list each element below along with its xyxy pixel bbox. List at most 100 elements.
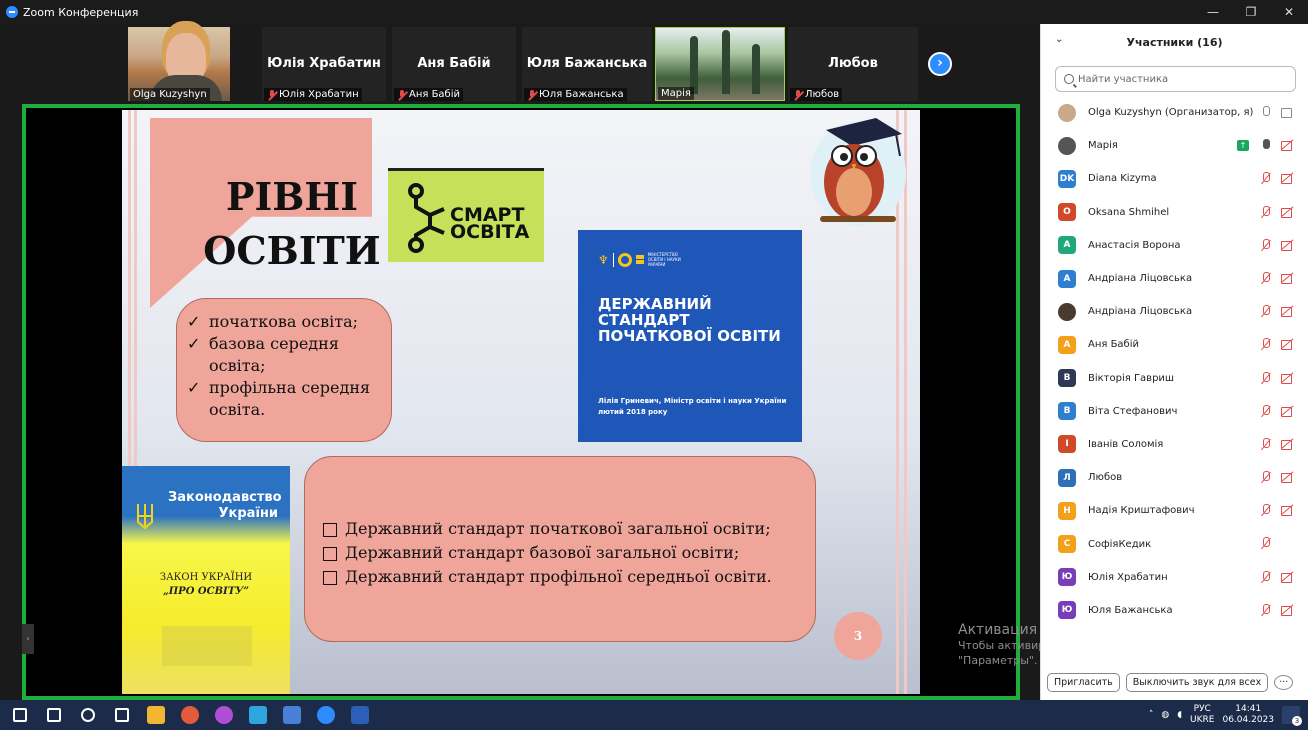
- start-taskbar-button[interactable]: [6, 701, 34, 729]
- zoom-taskbar-button[interactable]: [312, 701, 340, 729]
- chrome-profile-taskbar-button[interactable]: [176, 701, 204, 729]
- muted-mic-icon[interactable]: [1259, 305, 1271, 317]
- file-explorer-taskbar-button[interactable]: [142, 701, 170, 729]
- close-button[interactable]: ✕: [1270, 0, 1308, 24]
- participant-row[interactable]: А Аня Бабій: [1041, 328, 1308, 361]
- mic-icon[interactable]: [1259, 139, 1271, 151]
- participant-status-icons: [1259, 537, 1294, 549]
- shared-screen[interactable]: РІВНІ ОСВІТИ СМАРТ ОСВІТА ✓ початкова ос…: [22, 104, 1020, 700]
- participant-row[interactable]: С СофіяКедик: [1041, 527, 1308, 560]
- molecule-icon: [408, 183, 445, 253]
- video-icon[interactable]: [1281, 107, 1294, 118]
- participant-row[interactable]: Марія ↑: [1041, 129, 1308, 162]
- participant-row[interactable]: А Андріана Ліцовська: [1041, 262, 1308, 295]
- participant-row[interactable]: Л Любов: [1041, 461, 1308, 494]
- avatar: В: [1058, 402, 1076, 421]
- next-page-button[interactable]: ›: [928, 52, 952, 76]
- video-off-icon[interactable]: [1281, 605, 1294, 616]
- video-tile-yulia-bazhanska[interactable]: Юля Бажанська Юля Бажанська: [522, 27, 652, 101]
- more-options-button[interactable]: ···: [1274, 675, 1294, 690]
- video-off-icon[interactable]: [1281, 373, 1294, 384]
- save-taskbar-button[interactable]: [278, 701, 306, 729]
- video-off-icon[interactable]: [1281, 406, 1294, 417]
- collapse-chevron-icon[interactable]: ⌄: [1055, 34, 1063, 45]
- tile-name: Аня Бабій: [417, 56, 491, 71]
- muted-mic-icon[interactable]: [1259, 603, 1271, 616]
- maximize-button[interactable]: ❐: [1232, 0, 1270, 24]
- chrome-profile-icon: [181, 706, 199, 724]
- muted-mic-icon[interactable]: [1259, 238, 1271, 251]
- participant-status-icons: [1259, 238, 1294, 251]
- avatar: DK: [1058, 169, 1076, 188]
- participant-row[interactable]: В Вікторія Гавриш: [1041, 362, 1308, 395]
- tray-chevron-icon[interactable]: ˄: [1149, 710, 1154, 720]
- language-indicator[interactable]: РУС UKRE: [1190, 704, 1214, 726]
- video-off-icon[interactable]: [1281, 173, 1294, 185]
- chrome-profile-2-taskbar-button[interactable]: [210, 701, 238, 729]
- search-taskbar-button[interactable]: [40, 701, 68, 729]
- video-off-icon[interactable]: [1281, 207, 1294, 218]
- muted-mic-icon[interactable]: [1259, 570, 1271, 583]
- participant-row[interactable]: В Віта Стефанович: [1041, 395, 1308, 428]
- minimize-button[interactable]: —: [1194, 0, 1232, 24]
- muted-mic-icon[interactable]: [1259, 371, 1271, 384]
- participant-row[interactable]: O Oksana Shmihel: [1041, 196, 1308, 229]
- slide-title: РІВНІ ОСВІТИ: [202, 170, 382, 278]
- tree-shape: [722, 30, 730, 94]
- education-levels-box: початкова освіта; базова середня освіта;…: [176, 298, 392, 442]
- telegram-taskbar-button[interactable]: [244, 701, 272, 729]
- participant-name: Марія: [1088, 140, 1118, 152]
- muted-mic-icon[interactable]: [1259, 271, 1271, 284]
- video-off-icon[interactable]: [1281, 505, 1294, 517]
- tile-label: Аня Бабій: [394, 88, 464, 101]
- video-tile-maria[interactable]: Марія: [655, 27, 785, 101]
- muted-mic-icon[interactable]: [1259, 172, 1271, 184]
- video-off-icon[interactable]: [1281, 140, 1294, 152]
- avatar: А: [1058, 335, 1076, 354]
- avatar: І: [1058, 435, 1076, 454]
- participant-row[interactable]: А Анастасія Ворона: [1041, 229, 1308, 262]
- participant-row[interactable]: І Іванів Соломія: [1041, 428, 1308, 461]
- mute-all-button[interactable]: Выключить звук для всех: [1125, 673, 1269, 692]
- participant-row[interactable]: Olga Kuzyshyn (Организатор, я): [1041, 96, 1308, 129]
- muted-mic-icon[interactable]: [1259, 338, 1271, 350]
- muted-mic-icon[interactable]: [1259, 437, 1271, 450]
- word-taskbar-button[interactable]: [346, 701, 374, 729]
- notification-icon[interactable]: 3: [1282, 706, 1302, 726]
- video-off-icon[interactable]: [1281, 439, 1294, 450]
- invite-button[interactable]: Пригласить: [1047, 673, 1120, 692]
- muted-mic-icon[interactable]: [1259, 404, 1271, 417]
- volume-icon[interactable]: ◖: [1177, 710, 1182, 720]
- participant-row[interactable]: Ю Юля Бажанська: [1041, 594, 1308, 627]
- muted-mic-icon[interactable]: [1259, 504, 1271, 516]
- avatar: [1058, 302, 1076, 321]
- participant-row[interactable]: Андріана Ліцовська: [1041, 295, 1308, 328]
- tile-label-text: Аня Бабій: [409, 89, 461, 100]
- tryzub-icon: ♆: [598, 252, 609, 267]
- collapse-handle[interactable]: ›: [22, 624, 34, 654]
- network-icon[interactable]: ◍: [1161, 710, 1169, 720]
- participant-row[interactable]: Н Надія Криштафович: [1041, 494, 1308, 527]
- clock[interactable]: 14:41 06.04.2023: [1222, 704, 1274, 726]
- video-off-icon[interactable]: [1281, 306, 1294, 318]
- participant-name: Аня Бабій: [1088, 339, 1140, 351]
- participant-search-input[interactable]: Найти участника: [1055, 66, 1296, 92]
- participant-row[interactable]: Ю Юлія Храбатин: [1041, 561, 1308, 594]
- video-off-icon[interactable]: [1281, 240, 1294, 251]
- muted-mic-icon[interactable]: [1259, 205, 1271, 218]
- mic-icon[interactable]: [1259, 106, 1271, 118]
- video-tile-anya-babii[interactable]: Аня Бабій Аня Бабій: [392, 27, 516, 101]
- cortana-taskbar-button[interactable]: [74, 701, 102, 729]
- muted-mic-icon[interactable]: [1259, 471, 1271, 483]
- muted-mic-icon[interactable]: [1259, 537, 1271, 549]
- participant-name: Oksana Shmihel: [1088, 206, 1170, 218]
- video-off-icon[interactable]: [1281, 572, 1294, 583]
- video-tile-lyubov[interactable]: Любов Любов: [788, 27, 918, 101]
- participant-row[interactable]: DK Diana Kizyma: [1041, 162, 1308, 195]
- video-off-icon[interactable]: [1281, 472, 1294, 484]
- video-tile-yulia-khrabatyn[interactable]: Юлія Храбатин Юлія Храбатин: [262, 27, 386, 101]
- video-off-icon[interactable]: [1281, 273, 1294, 284]
- task-view-taskbar-button[interactable]: [108, 701, 136, 729]
- video-off-icon[interactable]: [1281, 339, 1294, 351]
- video-tile-olga[interactable]: Olga Kuzyshyn: [128, 27, 230, 101]
